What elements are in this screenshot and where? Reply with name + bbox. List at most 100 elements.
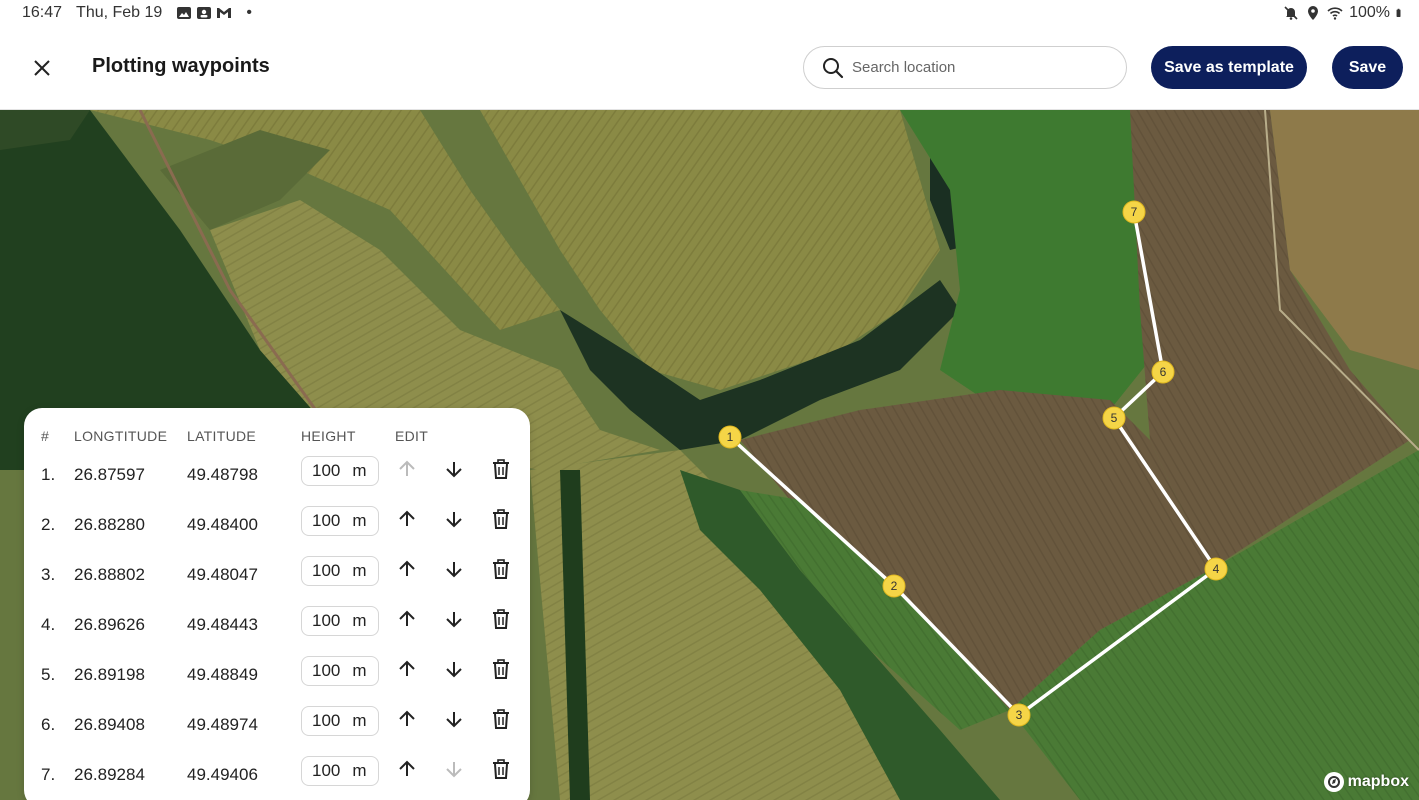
top-toolbar: Plotting waypoints Save as template Save (0, 26, 1419, 110)
status-time: 16:47 (22, 4, 63, 21)
search-icon (823, 57, 844, 78)
row-latitude: 49.48400 (187, 515, 258, 534)
arrow-down-icon (444, 559, 464, 584)
save-as-template-button[interactable]: Save as template (1151, 46, 1307, 89)
row-latitude: 49.48849 (187, 665, 258, 684)
row-longitude: 26.89408 (74, 715, 145, 734)
move-up-button[interactable] (394, 658, 420, 684)
header-latitude: LATITUDE (187, 428, 257, 444)
delete-button[interactable] (488, 508, 514, 534)
header-longitude: LONGTITUDE (74, 428, 168, 444)
move-down-button[interactable] (441, 708, 467, 734)
move-down-button[interactable] (441, 558, 467, 584)
table-row: 3. 26.88802 49.48047 100 m (24, 552, 530, 602)
row-latitude: 49.49406 (187, 765, 258, 784)
arrow-down-icon (444, 759, 464, 784)
row-longitude: 26.89198 (74, 665, 145, 684)
trash-icon (491, 558, 511, 584)
arrow-down-icon (444, 509, 464, 534)
waypoints-panel: # LONGTITUDE LATITUDE HEIGHT EDIT 1. 26.8… (24, 408, 530, 800)
arrow-up-icon (397, 459, 417, 484)
waypoint-marker[interactable]: 3 (1007, 703, 1031, 727)
row-latitude: 49.48798 (187, 465, 258, 484)
row-index: 1. (41, 465, 56, 484)
move-down-button[interactable] (441, 508, 467, 534)
table-row: 1. 26.87597 49.48798 100 m (24, 452, 530, 502)
row-longitude: 26.89284 (74, 765, 145, 784)
waypoint-label: 6 (1160, 365, 1167, 379)
gmail-icon (217, 8, 232, 18)
arrow-down-icon (444, 459, 464, 484)
move-down-button[interactable] (441, 458, 467, 484)
search-box[interactable] (803, 46, 1127, 89)
height-input[interactable]: 100 m (301, 606, 379, 636)
height-input[interactable]: 100 m (301, 706, 379, 736)
height-unit: m (352, 561, 367, 580)
status-date: Thu, Feb 19 (76, 4, 163, 21)
waypoint-marker[interactable]: 1 (718, 425, 742, 449)
table-row: 2. 26.88280 49.48400 100 m (24, 502, 530, 552)
height-unit: m (352, 611, 367, 630)
trash-icon (491, 708, 511, 734)
arrow-up-icon (397, 709, 417, 734)
table-row: 4. 26.89626 49.48443 100 m (24, 602, 530, 652)
height-input[interactable]: 100 m (301, 456, 379, 486)
trash-icon (491, 758, 511, 784)
height-value: 100 (312, 461, 341, 480)
battery-percent: 100% (1349, 4, 1390, 21)
delete-button[interactable] (488, 658, 514, 684)
waypoint-label: 1 (727, 430, 734, 444)
height-input[interactable]: 100 m (301, 756, 379, 786)
delete-button[interactable] (488, 758, 514, 784)
row-latitude: 49.48443 (187, 615, 258, 634)
height-unit: m (352, 461, 367, 480)
arrow-down-icon (444, 709, 464, 734)
mapbox-attribution[interactable]: mapbox (1323, 772, 1409, 792)
move-down-button[interactable] (441, 608, 467, 634)
row-longitude: 26.88802 (74, 565, 145, 584)
height-value: 100 (312, 561, 341, 580)
waypoint-marker[interactable]: 7 (1122, 200, 1146, 224)
height-value: 100 (312, 611, 341, 630)
height-input[interactable]: 100 m (301, 556, 379, 586)
move-up-button[interactable] (394, 508, 420, 534)
delete-button[interactable] (488, 558, 514, 584)
search-input[interactable] (852, 59, 1092, 76)
row-index: 4. (41, 615, 56, 634)
move-up-button[interactable] (394, 708, 420, 734)
header-index: # (41, 428, 50, 444)
waypoint-marker[interactable]: 6 (1151, 360, 1175, 384)
close-button[interactable] (26, 52, 58, 84)
height-input[interactable]: 100 m (301, 506, 379, 536)
height-input[interactable]: 100 m (301, 656, 379, 686)
save-button[interactable]: Save (1332, 46, 1403, 89)
height-unit: m (352, 661, 367, 680)
waypoint-marker[interactable]: 5 (1102, 406, 1126, 430)
trash-icon (491, 608, 511, 634)
row-index: 3. (41, 565, 56, 584)
satellite-map[interactable]: 1 2 3 4 5 6 7 mapbox # LONGTITUDE LATITUDE HEI… (0, 110, 1419, 800)
trash-icon (491, 658, 511, 684)
height-unit: m (352, 761, 367, 780)
move-down-button[interactable] (441, 658, 467, 684)
arrow-down-icon (444, 659, 464, 684)
delete-button[interactable] (488, 708, 514, 734)
table-header: # LONGTITUDE LATITUDE HEIGHT EDIT (24, 428, 530, 446)
move-up-button[interactable] (394, 758, 420, 784)
height-unit: m (352, 511, 367, 530)
move-up-button[interactable] (394, 608, 420, 634)
arrow-down-icon (444, 609, 464, 634)
header-edit: EDIT (395, 428, 429, 444)
move-down-button (441, 758, 467, 784)
table-row: 6. 26.89408 49.48974 100 m (24, 702, 530, 752)
arrow-up-icon (397, 609, 417, 634)
status-dot: • (246, 4, 252, 21)
waypoint-marker[interactable]: 4 (1204, 557, 1228, 581)
delete-button[interactable] (488, 608, 514, 634)
move-up-button[interactable] (394, 558, 420, 584)
delete-button[interactable] (488, 458, 514, 484)
page-title: Plotting waypoints (92, 55, 270, 77)
waypoint-marker[interactable]: 2 (882, 574, 906, 598)
row-latitude: 49.48047 (187, 565, 258, 584)
table-row: 7. 26.89284 49.49406 100 m (24, 752, 530, 800)
